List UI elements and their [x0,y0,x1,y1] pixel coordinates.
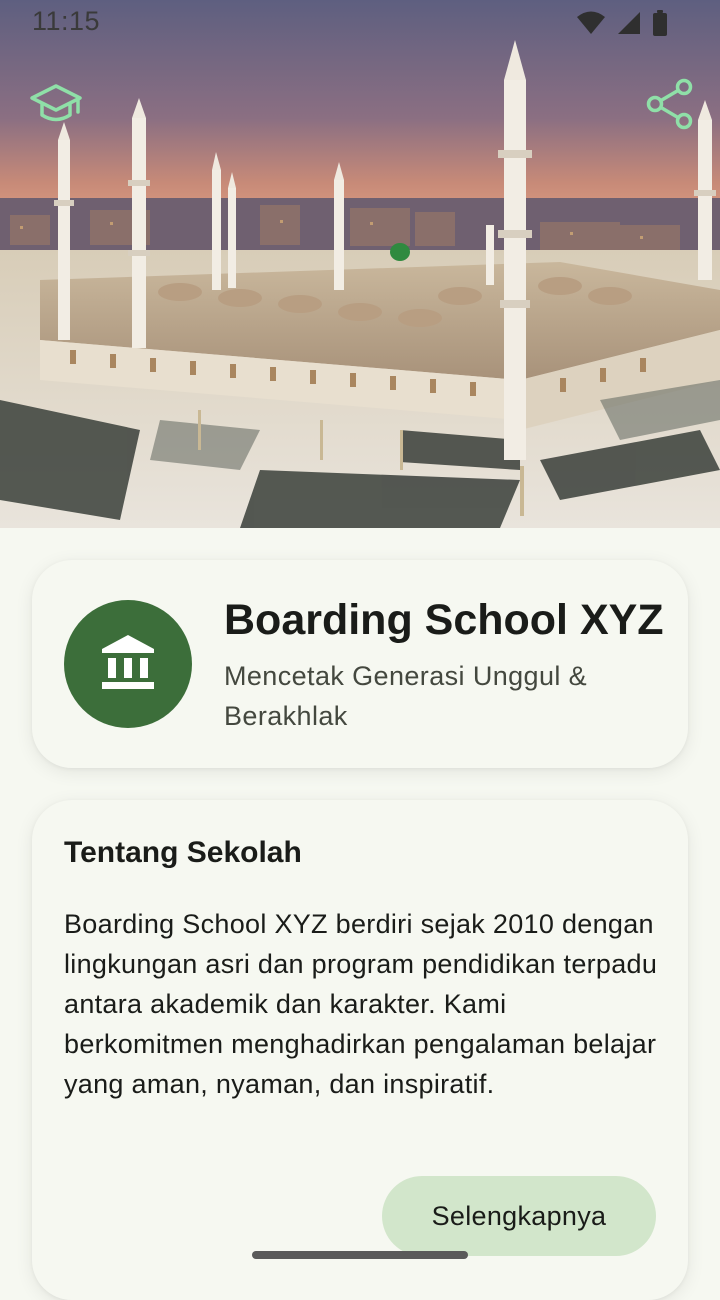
home-indicator[interactable] [252,1251,468,1259]
graduation-cap-icon [30,82,82,131]
read-more-button[interactable]: Selengkapnya [382,1176,656,1256]
hero-image [0,0,720,528]
share-button[interactable] [644,78,696,135]
wifi-icon [576,10,606,41]
share-icon [646,78,694,135]
graduation-cap-button[interactable] [30,80,82,132]
battery-icon [652,10,668,41]
mosque-illustration [0,0,720,528]
school-header-card: Boarding School XYZ Mencetak Generasi Un… [32,560,688,768]
school-tagline: Mencetak Generasi Unggul & Berakhlak [224,661,588,731]
institution-icon [100,633,156,696]
cellular-signal-icon [616,10,642,41]
status-bar: 11:15 [0,0,720,48]
status-icons [576,10,668,41]
about-description: Boarding School XYZ berdiri sejak 2010 d… [64,909,658,1099]
school-name: Boarding School XYZ [224,596,664,644]
school-logo [64,600,192,728]
about-title: Tentang Sekolah [64,836,302,869]
about-school-card: Tentang Sekolah Boarding School XYZ berd… [32,800,688,1300]
status-time: 11:15 [32,6,101,36]
